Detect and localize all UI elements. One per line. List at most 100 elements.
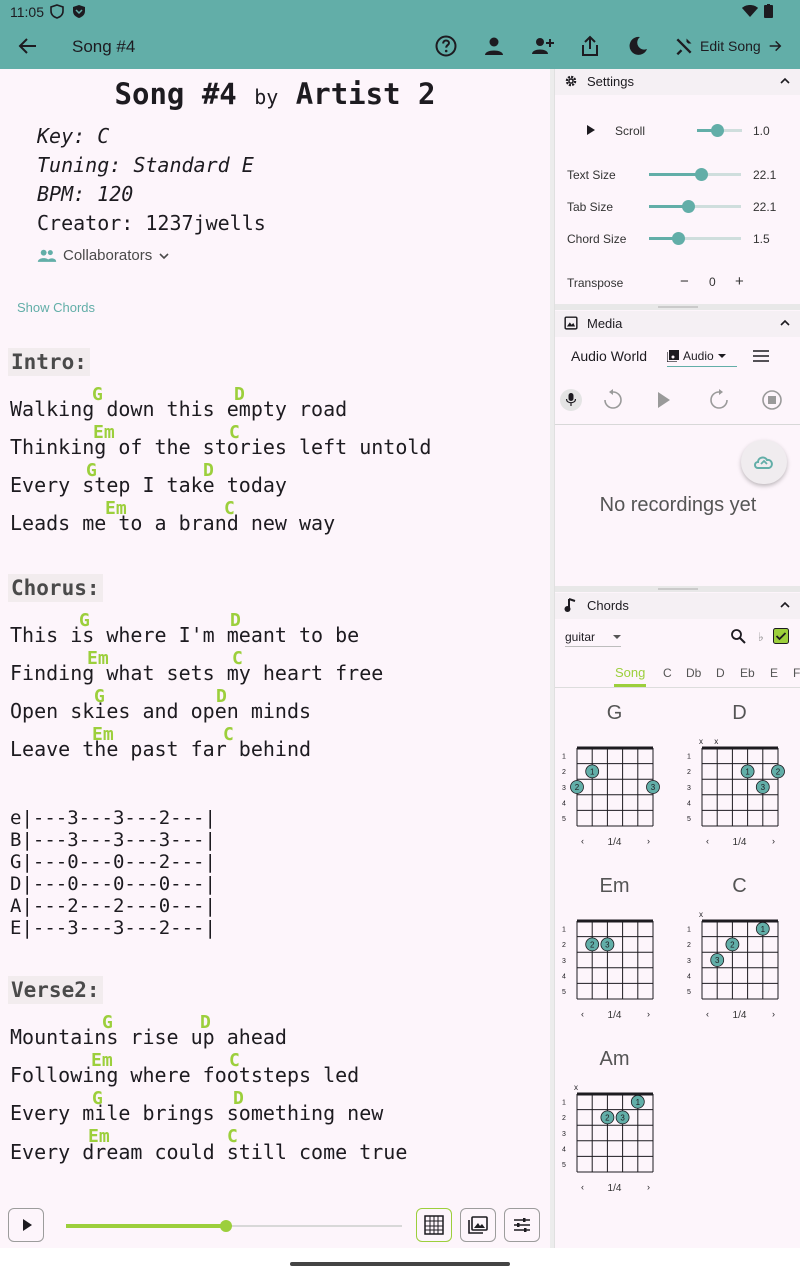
text-size-slider-fill — [649, 173, 701, 176]
back-arrow-icon[interactable] — [16, 34, 40, 58]
chord-next-button[interactable]: › — [647, 836, 650, 846]
chord-next-button[interactable]: › — [772, 1009, 775, 1019]
tab-e[interactable]: E — [770, 666, 778, 680]
search-icon[interactable] — [730, 628, 746, 644]
scroll-play-icon[interactable] — [586, 124, 596, 136]
chord-pager: 1/4 — [732, 1010, 747, 1021]
section-title: Verse2: — [8, 976, 103, 1004]
settings-resize-handle[interactable] — [555, 304, 800, 310]
fret-number: 4 — [562, 800, 566, 807]
section-title: Chorus: — [8, 574, 103, 602]
media-play-icon[interactable] — [657, 391, 671, 409]
help-icon[interactable] — [434, 34, 458, 58]
chord-card[interactable]: Am 1 2 3 4 5 x 1 2 3 ‹ 1/4 › — [557, 1048, 672, 1213]
fret-number: 3 — [687, 958, 691, 965]
mic-icon — [566, 393, 576, 406]
finger-number: 2 — [605, 1113, 610, 1122]
flat-toggle[interactable]: ♭ — [758, 630, 764, 644]
tab-song[interactable]: Song — [615, 665, 645, 680]
lyric-line: Finding what sets my heart free — [10, 661, 384, 685]
media-type-dropdown[interactable]: Audio — [667, 345, 737, 367]
play-button[interactable] — [8, 1208, 44, 1242]
tab-line: A|---2---2---0---| — [10, 895, 216, 917]
share-icon[interactable] — [578, 34, 602, 58]
tab-line: e|---3---3---2---| — [10, 807, 216, 829]
collaborators-label: Collaborators — [63, 247, 153, 264]
chord-next-button[interactable]: › — [647, 1182, 650, 1192]
chord-size-slider-thumb[interactable] — [672, 232, 686, 245]
sync-cloud-button[interactable] — [741, 440, 787, 484]
transpose-minus-button[interactable]: − — [680, 273, 689, 290]
text-size-slider-thumb[interactable] — [694, 168, 708, 181]
finger-number: 3 — [605, 940, 610, 949]
media-button[interactable] — [460, 1208, 496, 1242]
song-view[interactable]: Song #4 by Artist 2 Key: C Tuning: Stand… — [0, 69, 550, 1200]
scroll-slider[interactable] — [697, 124, 742, 137]
finger-number: 2 — [730, 940, 735, 949]
tab-eb[interactable]: Eb — [740, 666, 755, 680]
status-time: 11:05 — [10, 4, 44, 20]
nut — [702, 746, 778, 750]
chord-card[interactable]: Em 1 2 3 4 5 2 3 ‹ 1/4 › — [557, 875, 672, 1040]
chords-header[interactable]: Chords — [555, 593, 800, 619]
chord-pager: 1/4 — [607, 1010, 622, 1021]
tab-c[interactable]: C — [663, 666, 672, 680]
tab-size-slider[interactable] — [649, 200, 741, 213]
stop-icon[interactable] — [761, 389, 783, 411]
settings-header[interactable]: Settings — [555, 69, 800, 95]
playback-slider-thumb[interactable] — [219, 1220, 232, 1232]
tab-d[interactable]: D — [716, 666, 725, 680]
tab-size-slider-thumb[interactable] — [681, 200, 695, 213]
section-title: Intro: — [8, 348, 90, 376]
chord-name: C — [732, 875, 747, 897]
chord-card[interactable]: C 1 2 3 4 5 x 1 2 3 ‹ 1/4 › — [682, 875, 797, 1040]
song-tuning: Tuning: Standard E — [37, 153, 254, 177]
collaborators-dropdown[interactable]: Collaborators — [37, 247, 170, 264]
settings-title: Settings — [587, 74, 634, 89]
rewind-10-icon[interactable] — [602, 389, 624, 411]
show-chords-button[interactable]: Show Chords — [17, 300, 95, 315]
fret-number: 3 — [687, 785, 691, 792]
chord-name: Am — [599, 1048, 630, 1070]
song-key: Key: C — [37, 124, 110, 148]
fret-number: 4 — [687, 800, 691, 807]
chord-next-button[interactable]: › — [772, 836, 775, 846]
dark-mode-icon[interactable] — [626, 34, 650, 58]
chord-card[interactable]: D 1 2 3 4 5 x x 1 3 2 ‹ 1/4 › — [682, 702, 797, 867]
fret-number: 1 — [562, 754, 566, 761]
tab-db[interactable]: Db — [686, 666, 701, 680]
settings-button[interactable] — [504, 1208, 540, 1242]
chord-size-slider[interactable] — [649, 232, 741, 245]
scroll-slider-thumb[interactable] — [711, 124, 725, 137]
chord-next-button[interactable]: › — [647, 1009, 650, 1019]
app-bar: Song #4 Edit Song — [0, 24, 800, 69]
tab-f[interactable]: F — [793, 666, 800, 680]
lyric-line: Every step I take today — [10, 473, 287, 497]
fret-number: 1 — [562, 1100, 566, 1107]
transpose-plus-button[interactable]: + — [735, 273, 744, 290]
chord-name: D — [732, 702, 747, 724]
text-size-value: 22.1 — [753, 168, 777, 182]
checkbox-checked-icon[interactable] — [773, 628, 789, 644]
playback-slider[interactable] — [66, 1220, 402, 1232]
add-collaborator-icon[interactable] — [530, 34, 554, 58]
finger-number: 3 — [761, 783, 766, 792]
fret-number: 1 — [687, 754, 691, 761]
chord-tabs-divider — [555, 687, 800, 688]
instrument-dropdown[interactable]: guitar — [565, 627, 621, 647]
menu-icon[interactable] — [753, 349, 769, 363]
media-resize-handle[interactable] — [555, 586, 800, 592]
shield-icon — [50, 4, 64, 19]
person-icon[interactable] — [482, 34, 506, 58]
fret-number: 4 — [562, 1146, 566, 1153]
chord-pager: 1/4 — [607, 1183, 622, 1194]
text-size-slider[interactable] — [649, 168, 741, 181]
forward-10-icon[interactable] — [708, 389, 730, 411]
media-header[interactable]: Media — [555, 311, 800, 337]
edit-song-button[interactable]: Edit Song — [674, 34, 783, 58]
song-heading: Song #4 by Artist 2 — [0, 77, 550, 111]
record-button[interactable] — [560, 389, 582, 411]
chord-grid-button[interactable] — [416, 1208, 452, 1242]
chord-card[interactable]: G 1 2 3 4 5 1 2 3 ‹ 1/4 › — [557, 702, 672, 867]
home-gesture-pill[interactable] — [290, 1262, 510, 1266]
